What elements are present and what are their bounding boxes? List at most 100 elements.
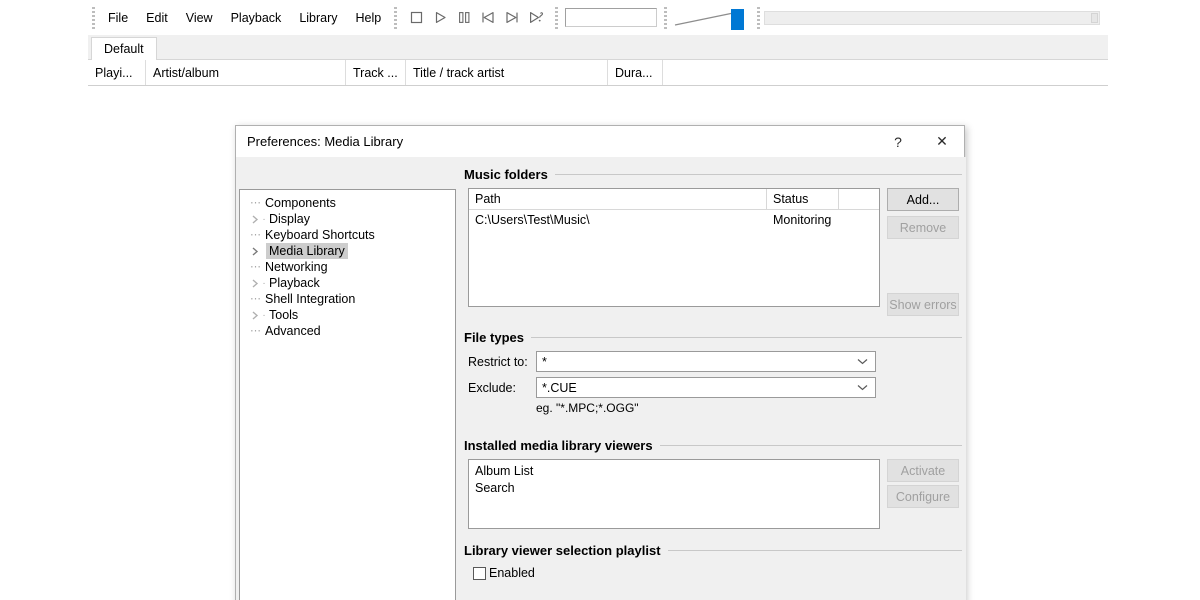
previous-button[interactable]	[477, 7, 499, 29]
music-folders-col-extra[interactable]	[839, 189, 879, 209]
random-button[interactable]	[525, 7, 547, 29]
preferences-tree[interactable]: ⋯ Components · Display ⋯ Keyboard Shortc…	[239, 189, 456, 600]
menu-item-view[interactable]: View	[177, 7, 222, 29]
stop-button[interactable]	[405, 7, 427, 29]
tree-item-display[interactable]: · Display	[240, 211, 455, 227]
close-button[interactable]: ✕	[920, 127, 964, 157]
viewers-list-item[interactable]: Search	[469, 479, 879, 496]
add-folder-button[interactable]: Add...	[887, 188, 959, 211]
chevron-down-icon[interactable]	[857, 352, 868, 371]
pause-button[interactable]	[453, 7, 475, 29]
tree-item-advanced[interactable]: ⋯ Advanced	[240, 323, 455, 339]
tree-leaf-icon: ⋯	[248, 195, 262, 211]
dialog-titlebar[interactable]: Preferences: Media Library ? ✕	[236, 126, 964, 157]
search-container	[562, 8, 660, 27]
menu-item-help[interactable]: Help	[347, 7, 391, 29]
file-types-group: File types Restrict to: * Excl	[464, 328, 964, 346]
tree-item-components[interactable]: ⋯ Components	[240, 195, 455, 211]
exclude-value: *.CUE	[542, 381, 577, 395]
chevron-right-icon[interactable]	[248, 243, 262, 259]
chevron-down-icon[interactable]	[857, 378, 868, 397]
tree-leaf-icon: ⋯	[248, 323, 262, 339]
music-folders-col-path[interactable]: Path	[469, 189, 767, 209]
menu-bar: File Edit View Playback Library Help	[99, 5, 390, 31]
activate-viewer-button[interactable]: Activate	[887, 459, 959, 482]
viewers-list[interactable]: Album List Search	[468, 459, 880, 529]
menu-item-library[interactable]: Library	[290, 7, 346, 29]
search-input[interactable]	[565, 8, 657, 27]
seek-bar[interactable]	[764, 11, 1100, 25]
main-toolbar: File Edit View Playback Library Help	[88, 0, 1108, 35]
seek-container	[764, 11, 1108, 25]
column-header-track[interactable]: Track ...	[346, 60, 406, 85]
music-folder-path: C:\Users\Test\Music\	[469, 213, 767, 227]
help-button[interactable]: ?	[876, 127, 920, 157]
next-button[interactable]	[501, 7, 523, 29]
music-folder-status: Monitoring	[767, 213, 839, 227]
music-folders-list[interactable]: Path Status C:\Users\Test\Music\ Monitor…	[468, 188, 880, 307]
music-folders-group-header: Music folders	[464, 165, 964, 183]
tree-item-shell-integration[interactable]: ⋯ Shell Integration	[240, 291, 455, 307]
selection-playlist-group-title: Library viewer selection playlist	[464, 543, 661, 558]
playlist-tab-default[interactable]: Default	[91, 37, 157, 60]
tree-item-label: Keyboard Shortcuts	[262, 227, 378, 243]
volume-slider-handle[interactable]	[731, 9, 744, 30]
enabled-checkbox[interactable]	[473, 567, 486, 580]
tree-item-media-library[interactable]: Media Library	[240, 243, 455, 259]
music-folders-col-status[interactable]: Status	[767, 189, 839, 209]
configure-viewer-button[interactable]: Configure	[887, 485, 959, 508]
column-header-duration[interactable]: Dura...	[608, 60, 663, 85]
play-button[interactable]	[429, 7, 451, 29]
file-types-group-title: File types	[464, 330, 524, 345]
chevron-right-icon[interactable]	[248, 275, 262, 291]
tree-item-label: Advanced	[262, 323, 324, 339]
tree-item-label: Display	[266, 211, 313, 227]
tree-item-playback[interactable]: · Playback	[240, 275, 455, 291]
toolbar-grip-transport[interactable]	[394, 7, 397, 29]
playlist-column-headers: Playi... Artist/album Track ... Title / …	[88, 60, 1108, 86]
random-icon	[529, 11, 544, 24]
playlist-body[interactable]	[88, 86, 1108, 87]
menu-item-edit[interactable]: Edit	[137, 7, 177, 29]
menu-item-playback[interactable]: Playback	[222, 7, 291, 29]
file-types-hint: eg. "*.MPC;*.OGG"	[536, 401, 639, 415]
exclude-row: Exclude: *.CUE	[468, 377, 880, 398]
restrict-to-row: Restrict to: *	[468, 351, 880, 372]
toolbar-grip-seek[interactable]	[757, 7, 760, 29]
music-folders-list-header: Path Status	[469, 189, 879, 210]
toolbar-grip-search[interactable]	[555, 7, 558, 29]
tree-leaf-icon: ⋯	[248, 227, 262, 243]
viewers-group: Installed media library viewers Album Li…	[464, 436, 964, 454]
selection-playlist-group-header: Library viewer selection playlist	[464, 541, 964, 559]
toolbar-grip-volume[interactable]	[664, 7, 667, 29]
tree-item-networking[interactable]: ⋯ Networking	[240, 259, 455, 275]
play-icon	[434, 11, 447, 24]
tree-item-tools[interactable]: · Tools	[240, 307, 455, 323]
menu-item-file[interactable]: File	[99, 7, 137, 29]
group-divider	[668, 550, 962, 551]
column-header-playing[interactable]: Playi...	[88, 60, 146, 85]
chevron-right-icon[interactable]	[248, 307, 262, 323]
column-header-title[interactable]: Title / track artist	[406, 60, 608, 85]
tree-item-label: Tools	[266, 307, 301, 323]
playlist-tabstrip: Default	[88, 35, 1108, 60]
column-header-artist-album[interactable]: Artist/album	[146, 60, 346, 85]
volume-slider[interactable]	[671, 5, 753, 31]
toolbar-grip-menu[interactable]	[92, 7, 95, 29]
tree-item-keyboard-shortcuts[interactable]: ⋯ Keyboard Shortcuts	[240, 227, 455, 243]
music-folders-row[interactable]: C:\Users\Test\Music\ Monitoring	[469, 210, 879, 230]
group-divider	[660, 445, 962, 446]
restrict-to-label: Restrict to:	[468, 355, 536, 369]
exclude-combo[interactable]: *.CUE	[536, 377, 876, 398]
viewers-list-item[interactable]: Album List	[469, 462, 879, 479]
remove-folder-button[interactable]: Remove	[887, 216, 959, 239]
restrict-to-combo[interactable]: *	[536, 351, 876, 372]
chevron-right-icon[interactable]	[248, 211, 262, 227]
enabled-checkbox-label: Enabled	[489, 566, 535, 580]
music-folders-group-title: Music folders	[464, 167, 548, 182]
selection-playlist-enabled-row[interactable]: Enabled	[473, 566, 535, 580]
show-errors-button[interactable]: Show errors	[887, 293, 959, 316]
seek-bar-thumb[interactable]	[1091, 13, 1098, 23]
viewers-group-header: Installed media library viewers	[464, 436, 964, 454]
dialog-body: ⋯ Components · Display ⋯ Keyboard Shortc…	[236, 157, 966, 600]
